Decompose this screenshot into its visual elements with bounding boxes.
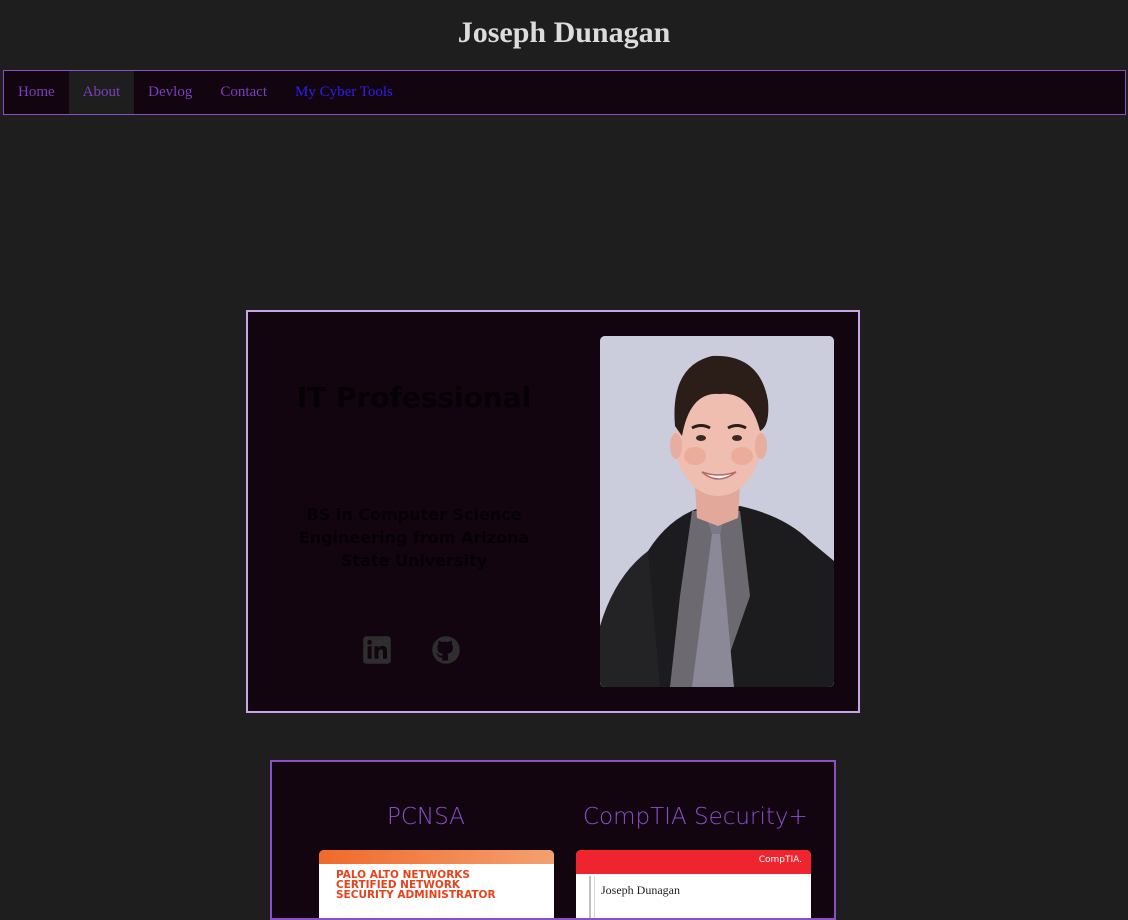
certifications-card: PCNSA CompTIA Security+ PALO ALTO NETWOR… (270, 760, 836, 920)
linkedin-link[interactable] (362, 635, 392, 665)
linkedin-icon (363, 636, 391, 664)
profile-heading: IT Professional (296, 381, 532, 414)
nav-contact[interactable]: Contact (206, 71, 281, 114)
github-link[interactable] (431, 635, 461, 665)
nav-devlog[interactable]: Devlog (134, 71, 206, 114)
pcnsa-certificate-text: PALO ALTO NETWORKS CERTIFIED NETWORK SEC… (336, 869, 496, 901)
nav-about[interactable]: About (68, 71, 135, 114)
pcnsa-certificate-image[interactable]: PALO ALTO NETWORKS CERTIFIED NETWORK SEC… (319, 850, 554, 918)
portrait-image (600, 336, 834, 687)
nav-my-cyber-tools[interactable]: My Cyber Tools (281, 71, 407, 114)
main-nav: Home About Devlog Contact My Cyber Tools (3, 70, 1126, 115)
profile-education: BS in Computer Science Engineering from … (298, 505, 530, 570)
comptia-logo: CompTIA. (758, 855, 802, 865)
certificate-recipient-name: Joseph Dunagan (601, 883, 680, 897)
comptia-header-band: CompTIA. (576, 850, 811, 874)
site-title: Joseph Dunagan (457, 16, 671, 49)
nav-home[interactable]: Home (4, 71, 69, 114)
profile-photo (600, 336, 834, 687)
pcnsa-header-band (319, 850, 554, 864)
security-plus-certificate-image[interactable]: CompTIA. Joseph Dunagan (576, 850, 811, 918)
certificate-border-line (589, 876, 591, 918)
github-icon (432, 636, 460, 664)
profile-card: IT Professional BS in Computer Science E… (246, 310, 860, 713)
cert-title-pcnsa: PCNSA (387, 804, 465, 830)
certificate-border-line-inner (594, 876, 595, 918)
cert-title-security-plus: CompTIA Security+ (583, 804, 808, 830)
